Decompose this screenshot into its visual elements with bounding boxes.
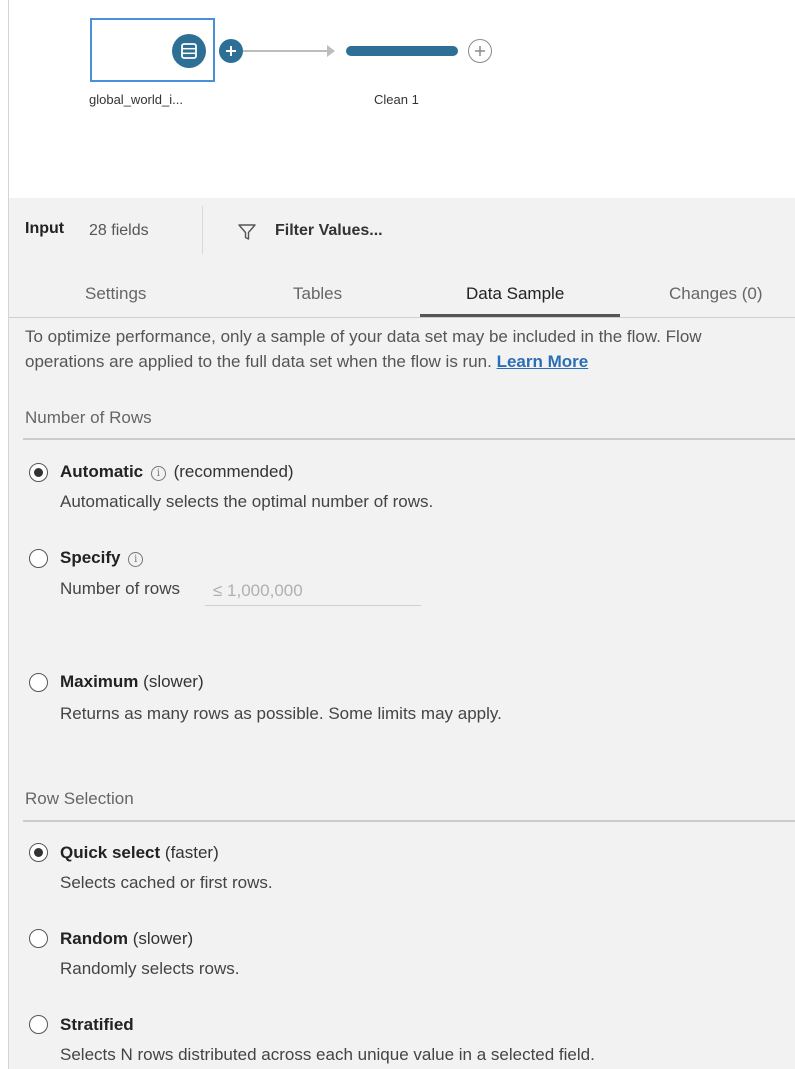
automatic-suffix: (recommended)	[173, 462, 294, 481]
stratified-description: Selects N rows distributed across each u…	[60, 1045, 595, 1064]
info-icon[interactable]: i	[128, 552, 144, 567]
quick-select-description: Selects cached or first rows.	[60, 873, 273, 892]
automatic-label: Automatic	[60, 462, 144, 481]
random-description: Randomly selects rows.	[60, 959, 240, 978]
row-selection-header: Row Selection	[25, 789, 134, 808]
quick-select-radio[interactable]	[29, 843, 48, 862]
stratified-option-title: Stratified	[60, 1015, 134, 1035]
maximum-suffix: (slower)	[143, 672, 204, 691]
funnel-icon[interactable]	[237, 222, 257, 242]
automatic-description: Automatically selects the optimal number…	[60, 492, 434, 511]
section-divider	[23, 820, 795, 822]
field-count: 28 fields	[89, 222, 149, 239]
random-radio[interactable]	[29, 929, 48, 948]
tab-changes[interactable]: Changes (0)	[669, 284, 763, 304]
info-icon[interactable]: i	[150, 466, 166, 481]
active-tab-indicator	[420, 314, 620, 317]
maximum-description: Returns as many rows as possible. Some l…	[60, 704, 502, 723]
number-of-rows-header: Number of Rows	[25, 408, 152, 427]
automatic-option-title: Automatic i (recommended)	[60, 462, 294, 482]
add-step-plus-icon[interactable]	[219, 39, 243, 63]
clean-node[interactable]	[346, 46, 458, 56]
quick-select-suffix: (faster)	[164, 843, 219, 862]
panel-toolbar: Input 28 fields Filter Values...	[9, 198, 795, 260]
panel-tabs: Settings Tables Data Sample Changes (0)	[9, 270, 795, 318]
input-node-label: global_world_i...	[89, 92, 183, 107]
stratified-radio[interactable]	[29, 1015, 48, 1034]
random-label: Random	[60, 929, 128, 948]
database-table-icon[interactable]	[172, 34, 206, 68]
flow-connector	[243, 50, 333, 52]
toolbar-divider	[202, 206, 203, 254]
add-step-plus-icon-outline[interactable]	[468, 39, 492, 63]
clean-node-label: Clean 1	[374, 92, 419, 107]
section-divider	[23, 438, 795, 440]
maximum-option-title: Maximum (slower)	[60, 672, 204, 692]
flow-window: global_world_i... Clean 1 Input 28 field…	[8, 0, 795, 1069]
random-option-title: Random (slower)	[60, 929, 193, 949]
tab-settings[interactable]: Settings	[85, 284, 146, 304]
quick-select-option-title: Quick select (faster)	[60, 843, 219, 863]
number-of-rows-label: Number of rows	[60, 579, 180, 598]
stratified-label: Stratified	[60, 1015, 134, 1034]
sample-description: To optimize performance, only a sample o…	[25, 324, 785, 374]
random-suffix: (slower)	[132, 929, 194, 948]
specify-label: Specify	[60, 548, 121, 567]
connector-arrow-icon	[327, 45, 335, 57]
specify-radio[interactable]	[29, 549, 48, 568]
panel-title: Input	[25, 220, 65, 237]
learn-more-link[interactable]: Learn More	[497, 352, 589, 371]
filter-values-button[interactable]: Filter Values...	[275, 222, 383, 240]
automatic-radio[interactable]	[29, 463, 48, 482]
intro-text: To optimize performance, only a sample o…	[25, 327, 702, 371]
maximum-radio[interactable]	[29, 673, 48, 692]
tab-data-sample[interactable]: Data Sample	[466, 284, 564, 304]
input-settings-panel: Input 28 fields Filter Values... Setting…	[9, 198, 795, 1069]
tab-tables[interactable]: Tables	[293, 284, 342, 304]
specify-option-title: Specify i	[60, 548, 146, 568]
flow-canvas[interactable]: global_world_i... Clean 1	[9, 0, 795, 198]
number-of-rows-input[interactable]	[205, 576, 421, 606]
quick-select-label: Quick select	[60, 843, 161, 862]
maximum-label: Maximum	[60, 672, 139, 691]
